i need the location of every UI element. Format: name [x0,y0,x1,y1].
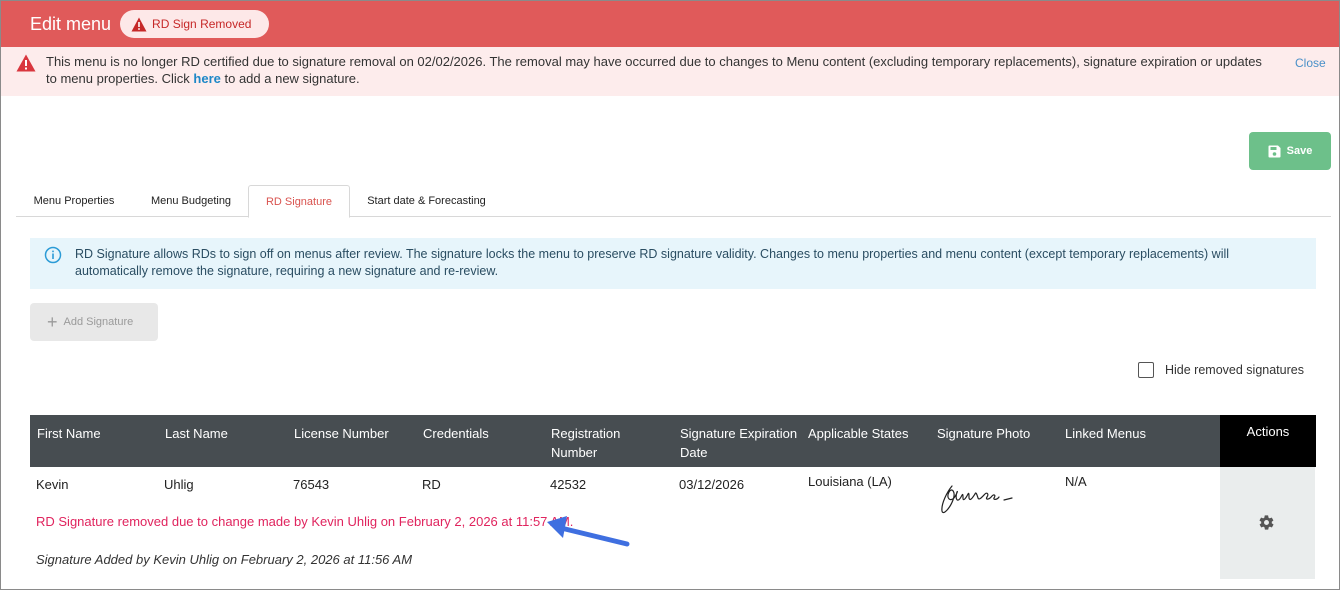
alert-close-button[interactable]: Close [1295,56,1326,70]
col-applicable-states: Applicable States [808,426,909,441]
col-first-name: First Name [37,426,101,441]
save-icon [1268,145,1281,157]
save-button-label: Save [1286,145,1313,157]
info-text: RD Signature allows RDs to sign off on m… [75,247,1230,278]
cell-actions [1220,467,1315,579]
hide-removed-checkbox[interactable] [1138,362,1154,378]
page-title: Edit menu [30,13,112,34]
save-button[interactable]: Save [1249,132,1331,170]
plus-icon: + [47,312,58,332]
col-credentials: Credentials [423,426,489,441]
col-license-number: License Number [294,426,389,441]
hide-removed-label: Hide removed signatures [1165,363,1304,377]
cell-first-name: Kevin [36,477,69,492]
warning-icon [16,54,36,72]
cell-license-number: 76543 [293,477,330,492]
col-signature-photo: Signature Photo [937,426,1031,441]
signature-photo [941,485,1013,514]
warning-triangle-icon [131,17,147,31]
tab-menu-budgeting[interactable]: Menu Budgeting [138,185,244,217]
col-actions: Actions [1220,415,1316,467]
cell-credentials: RD [422,477,441,492]
cell-applicable-states: Louisiana (LA) [808,474,892,489]
add-signature-button[interactable]: + Add Signature [30,303,158,341]
alert-message-text-end: to add a new signature. [220,71,360,86]
page-header: Edit menu RD Sign Removed [1,1,1339,47]
col-registration-number: Registration Number [551,426,621,460]
col-last-name: Last Name [165,426,228,441]
tab-rd-signature[interactable]: RD Signature [248,185,350,218]
col-expiration-date: Signature Expiration Date [680,426,798,460]
signature-added-note: Signature Added by Kevin Uhlig on Februa… [36,552,413,567]
info-icon [44,246,62,264]
cell-linked-menus: N/A [1065,474,1087,489]
table-header: First Name Last Name License Number Cred… [30,415,1316,467]
tab-start-date-forecasting[interactable]: Start date & Forecasting [359,185,494,217]
gear-icon[interactable] [1258,514,1275,531]
cell-expiration-date: 03/12/2026 [679,477,745,492]
cell-registration-number: 42532 [550,477,587,492]
cell-last-name: Uhlig [164,477,194,492]
hide-removed-toggle[interactable]: Hide removed signatures [1138,362,1304,378]
add-signature-link[interactable]: here [193,71,220,86]
status-badge-label: RD Sign Removed [152,17,252,31]
tab-bar: Menu Properties Menu Budgeting RD Signat… [16,185,1331,218]
alert-message: This menu is no longer RD certified due … [46,53,1276,87]
status-badge: RD Sign Removed [120,10,270,38]
signature-removed-note: RD Signature removed due to change made … [36,514,574,529]
alert-banner: This menu is no longer RD certified due … [1,47,1339,96]
col-linked-menus: Linked Menus [1065,426,1146,441]
tab-menu-properties[interactable]: Menu Properties [20,185,128,217]
add-signature-label: Add Signature [63,316,134,328]
callout-arrow-icon [547,516,630,547]
info-banner: RD Signature allows RDs to sign off on m… [30,238,1316,289]
